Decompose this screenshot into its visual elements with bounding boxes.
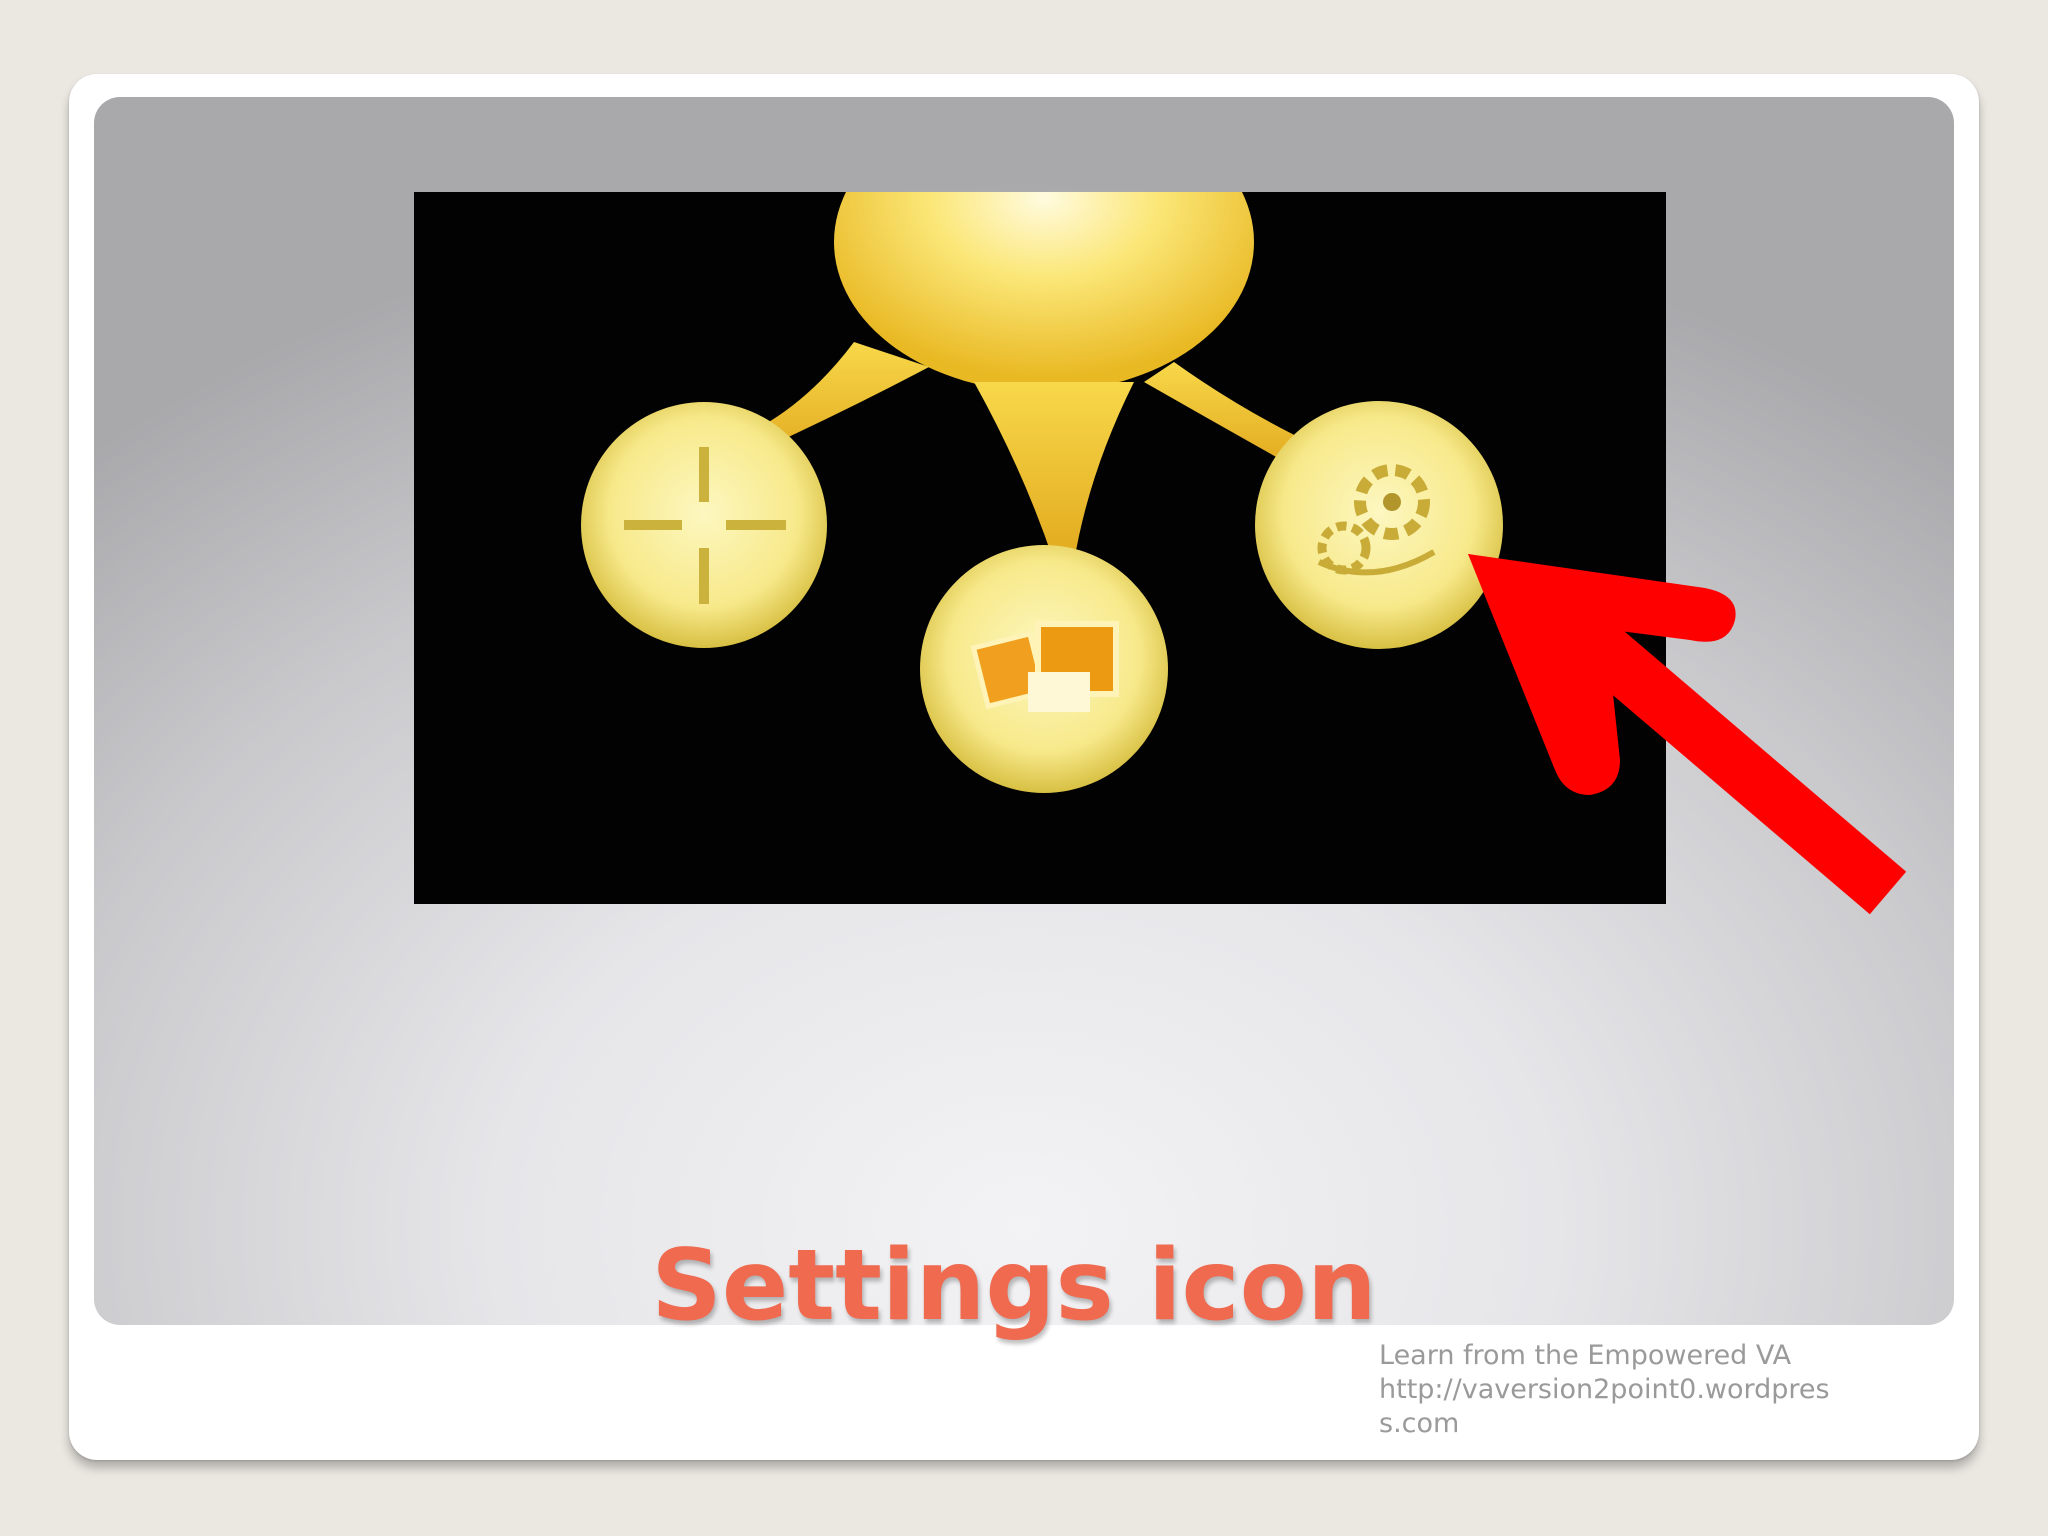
credit-line-1: Learn from the Empowered VA (1379, 1340, 1792, 1371)
credit-text: Learn from the Empowered VA http://vaver… (1379, 1339, 1849, 1441)
slide-title: Settings icon (651, 1229, 1377, 1343)
menu-arm-center (974, 382, 1134, 562)
radial-menu-graphic (581, 192, 1503, 793)
credit-link[interactable]: http://vaversion2point0.wordpress.com (1379, 1373, 1849, 1441)
menu-screenshot-image (414, 192, 1666, 904)
crosshair-icon (581, 402, 827, 648)
photos-icon (920, 545, 1168, 793)
gear-icon (1255, 401, 1503, 649)
